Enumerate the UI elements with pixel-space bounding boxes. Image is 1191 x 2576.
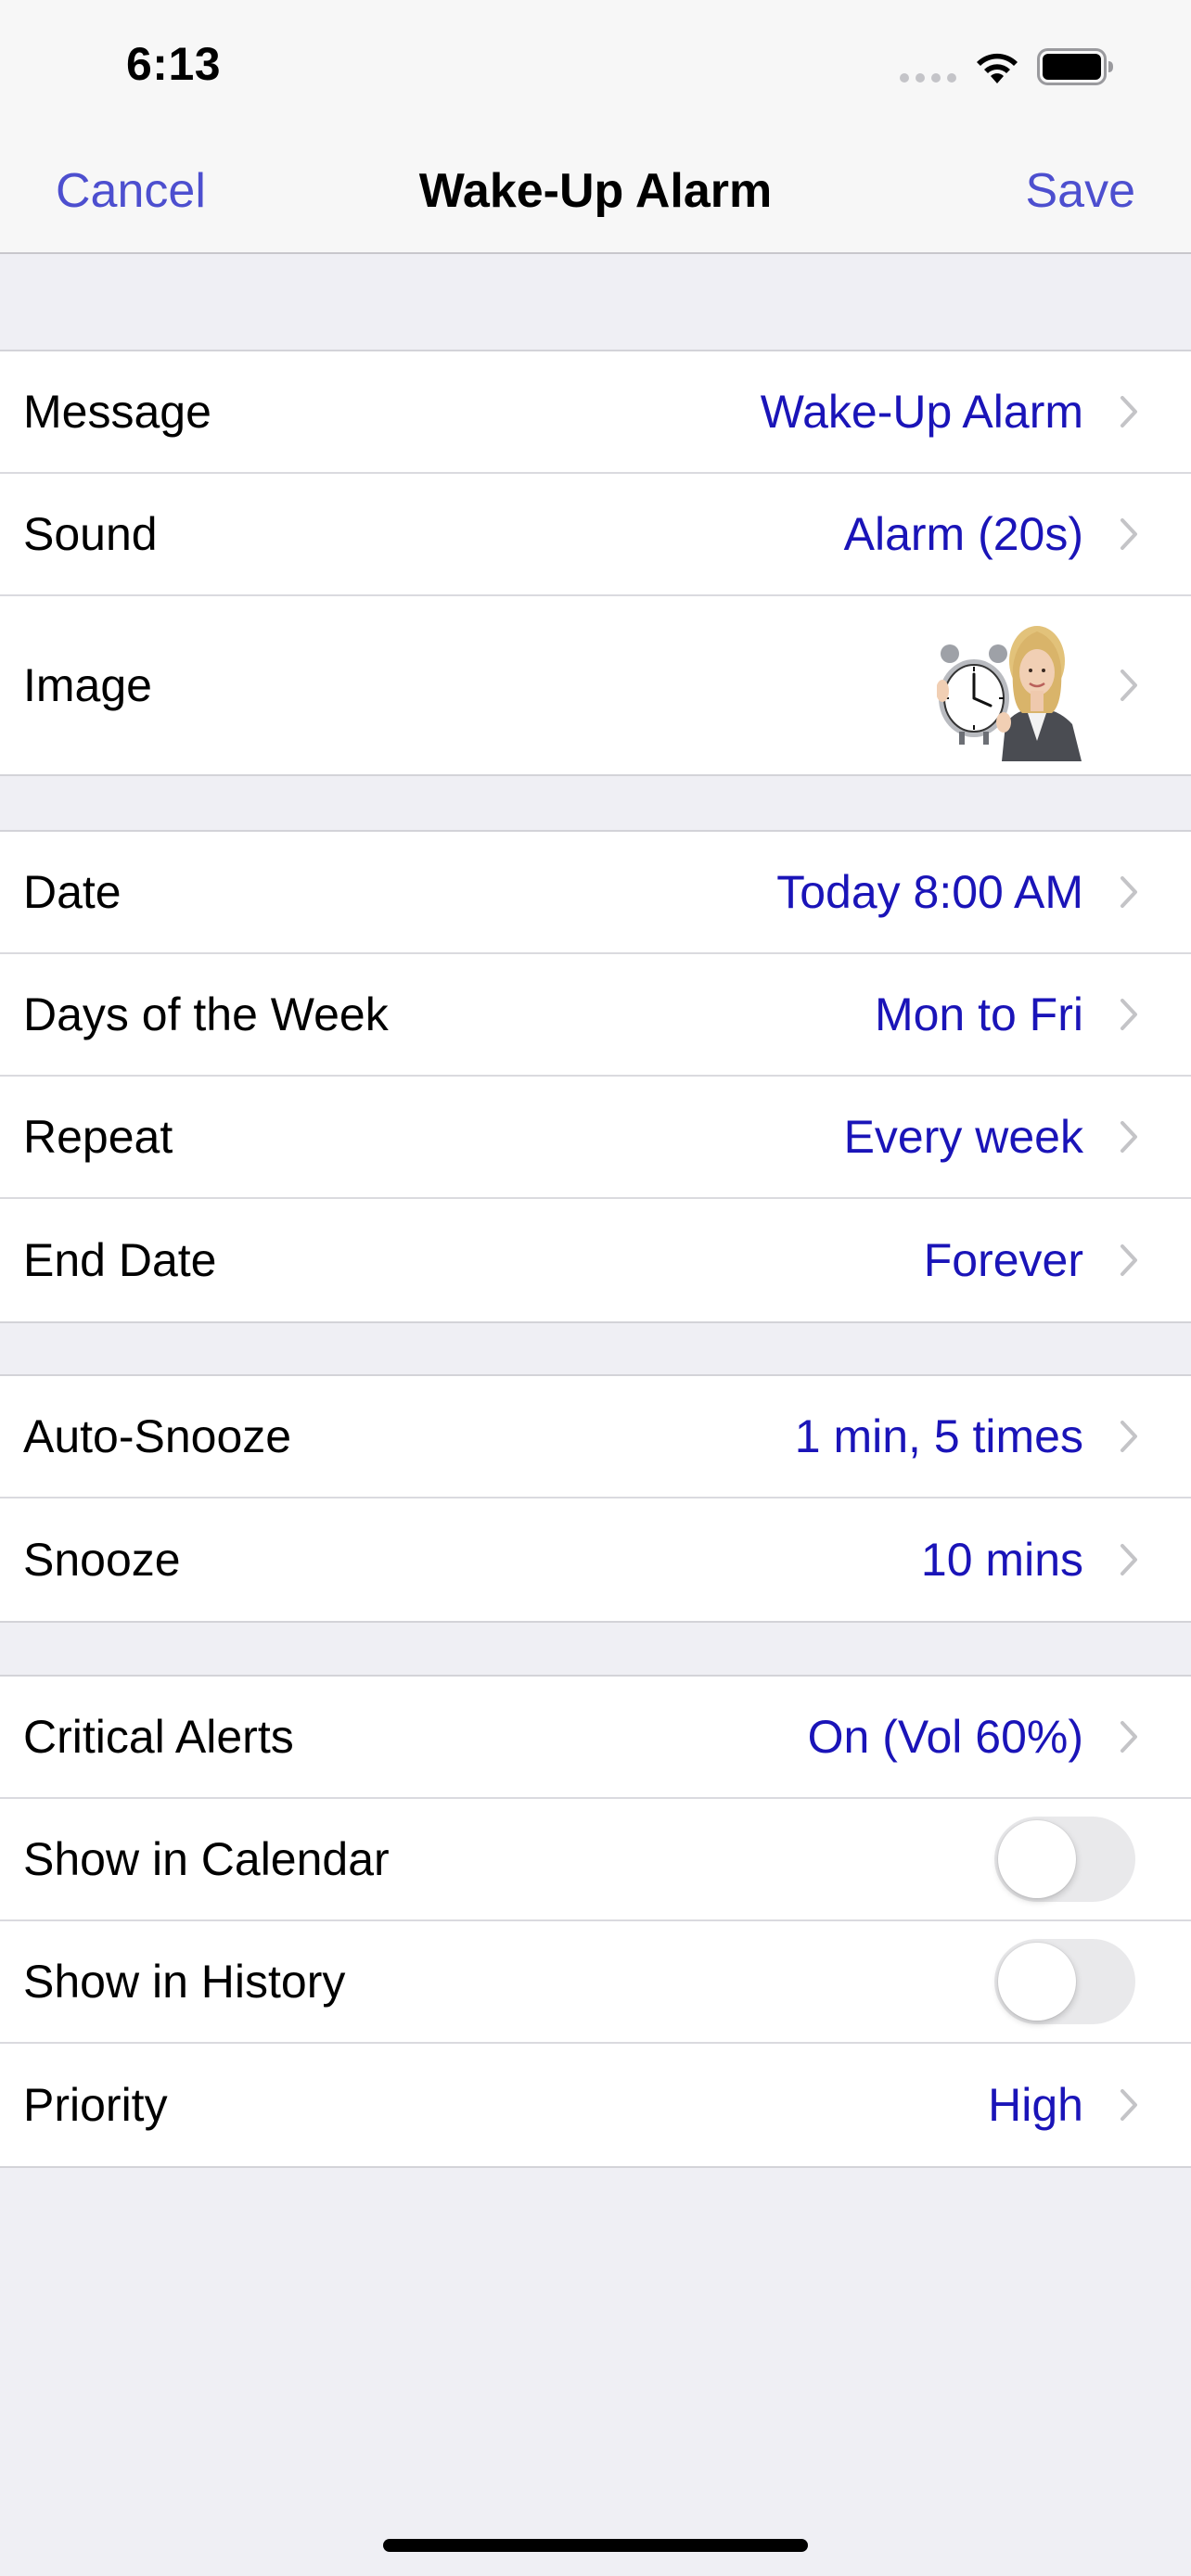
sound-label: Sound <box>23 508 158 560</box>
chevron-right-icon <box>1121 396 1137 427</box>
snooze-value: 10 mins <box>920 1534 1083 1586</box>
show-in-calendar-row: Show in Calendar <box>0 1799 1191 1921</box>
save-button[interactable]: Save <box>1025 163 1135 219</box>
sound-row[interactable]: Sound Alarm (20s) <box>0 474 1191 596</box>
chevron-right-icon <box>1121 1721 1137 1753</box>
show-in-history-toggle[interactable] <box>994 1939 1135 2024</box>
days-of-week-value: Mon to Fri <box>874 988 1083 1040</box>
priority-value: High <box>988 2079 1083 2131</box>
schedule-group: Date Today 8:00 AM Days of the Week Mon … <box>0 830 1191 1323</box>
auto-snooze-row[interactable]: Auto-Snooze 1 min, 5 times <box>0 1376 1191 1498</box>
priority-row[interactable]: Priority High <box>0 2044 1191 2166</box>
chevron-right-icon <box>1121 1421 1137 1452</box>
chevron-right-icon <box>1121 999 1137 1030</box>
auto-snooze-value: 1 min, 5 times <box>794 1410 1083 1462</box>
end-date-row[interactable]: End Date Forever <box>0 1199 1191 1321</box>
show-in-history-row: Show in History <box>0 1921 1191 2044</box>
days-of-week-row[interactable]: Days of the Week Mon to Fri <box>0 954 1191 1077</box>
days-of-week-label: Days of the Week <box>23 988 389 1040</box>
date-value: Today 8:00 AM <box>776 866 1083 918</box>
chevron-right-icon <box>1121 1544 1137 1575</box>
snooze-label: Snooze <box>23 1534 181 1586</box>
general-group: Message Wake-Up Alarm Sound Alarm (20s) … <box>0 350 1191 776</box>
navigation-bar: Cancel Wake-Up Alarm Save <box>0 130 1191 254</box>
repeat-row[interactable]: Repeat Every week <box>0 1077 1191 1199</box>
show-in-history-label: Show in History <box>23 1956 346 2008</box>
critical-alerts-value: On (Vol 60%) <box>807 1711 1083 1763</box>
message-label: Message <box>23 386 211 438</box>
show-in-calendar-label: Show in Calendar <box>23 1833 390 1885</box>
status-time: 6:13 <box>126 38 222 90</box>
chevron-right-icon <box>1121 876 1137 908</box>
chevron-right-icon <box>1121 670 1137 701</box>
critical-alerts-row[interactable]: Critical Alerts On (Vol 60%) <box>0 1677 1191 1799</box>
snooze-group: Auto-Snooze 1 min, 5 times Snooze 10 min… <box>0 1374 1191 1623</box>
options-group: Critical Alerts On (Vol 60%) Show in Cal… <box>0 1675 1191 2168</box>
alarm-clock-woman-photo <box>937 626 1082 761</box>
toggle-knob <box>998 1820 1076 1898</box>
toggle-knob <box>998 1943 1076 2021</box>
date-row[interactable]: Date Today 8:00 AM <box>0 832 1191 954</box>
chevron-right-icon <box>1121 1121 1137 1153</box>
message-row[interactable]: Message Wake-Up Alarm <box>0 351 1191 474</box>
auto-snooze-label: Auto-Snooze <box>23 1410 292 1462</box>
sound-value: Alarm (20s) <box>843 508 1083 560</box>
repeat-label: Repeat <box>23 1111 173 1163</box>
priority-label: Priority <box>23 2079 168 2131</box>
chevron-right-icon <box>1121 1244 1137 1276</box>
home-indicator <box>383 2539 808 2552</box>
chevron-right-icon <box>1121 2089 1137 2121</box>
chevron-right-icon <box>1121 518 1137 550</box>
date-label: Date <box>23 866 122 918</box>
status-bar: 6:13 <box>0 0 1191 130</box>
image-row[interactable]: Image <box>0 596 1191 774</box>
snooze-row[interactable]: Snooze 10 mins <box>0 1498 1191 1621</box>
critical-alerts-label: Critical Alerts <box>23 1711 294 1763</box>
image-label: Image <box>23 659 152 711</box>
wifi-icon <box>977 53 1018 83</box>
battery-icon <box>1037 48 1113 85</box>
page-title: Wake-Up Alarm <box>418 164 773 218</box>
message-value: Wake-Up Alarm <box>760 386 1083 438</box>
end-date-value: Forever <box>923 1234 1083 1286</box>
show-in-calendar-toggle[interactable] <box>994 1817 1135 1902</box>
end-date-label: End Date <box>23 1234 217 1286</box>
cellular-signal-icon <box>900 70 957 83</box>
repeat-value: Every week <box>843 1111 1083 1163</box>
